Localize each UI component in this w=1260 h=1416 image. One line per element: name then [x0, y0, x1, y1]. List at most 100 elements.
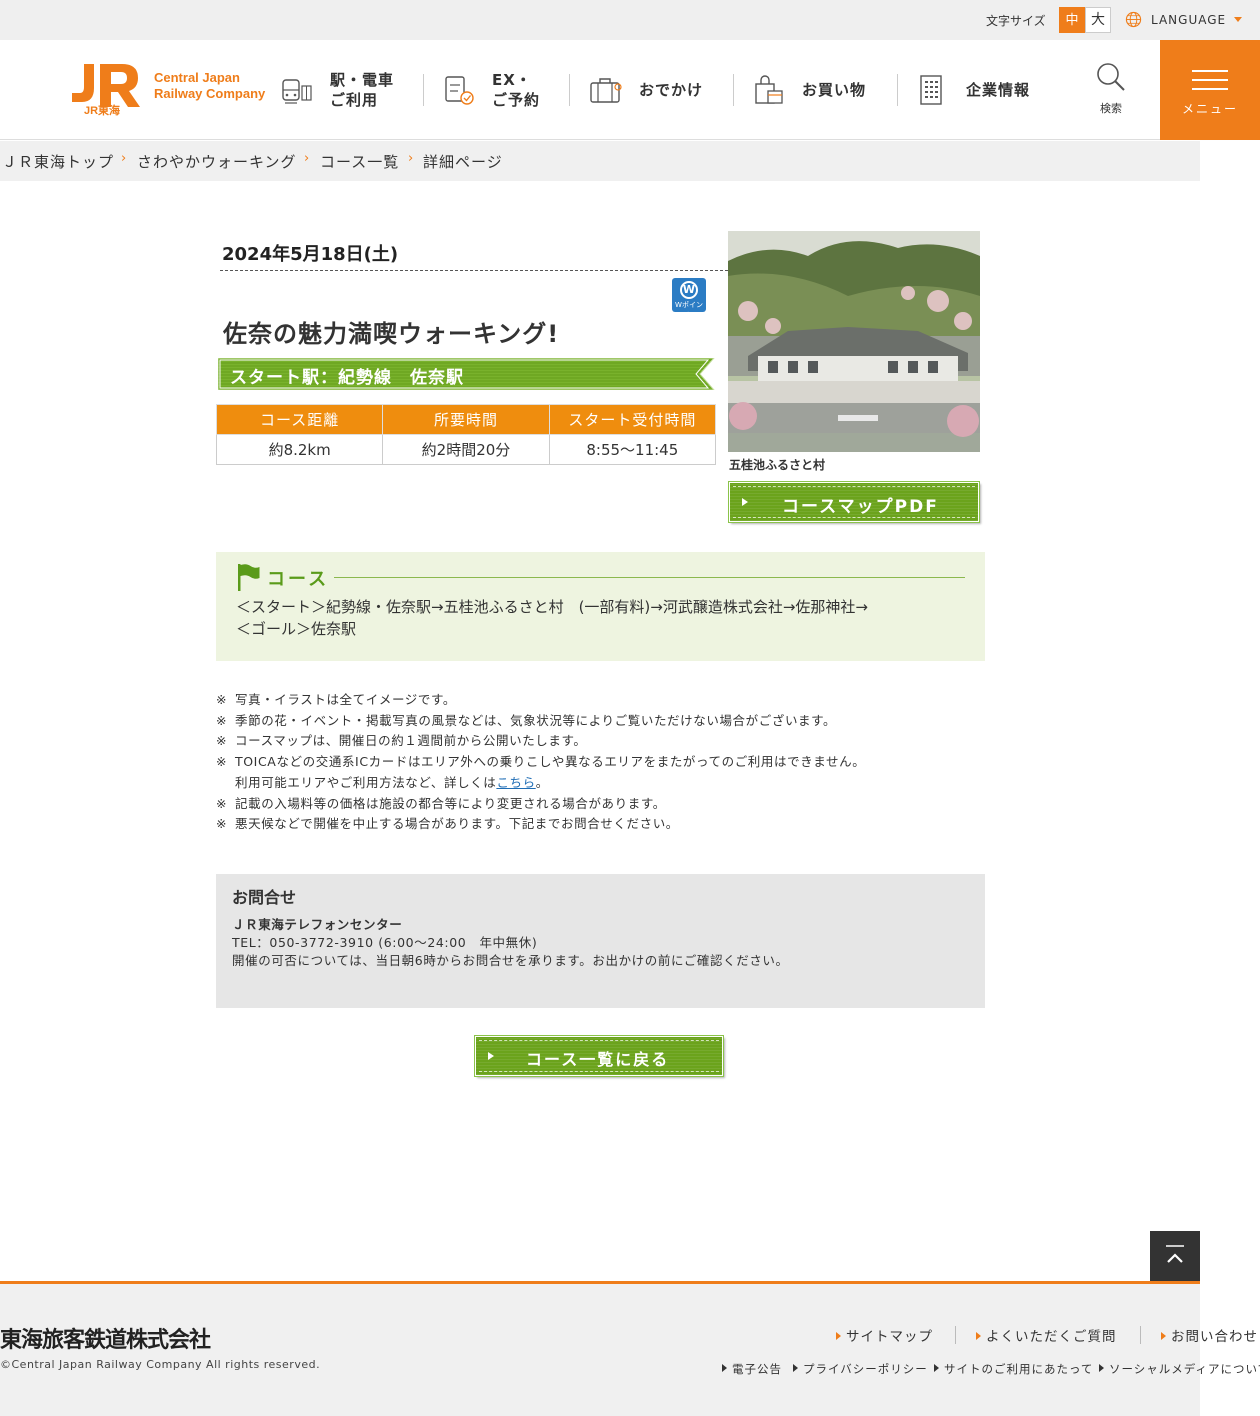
nav-label-station: 駅・電車 ご利用	[330, 71, 395, 109]
table-cell: 約2時間20分	[382, 434, 550, 465]
divider	[955, 1326, 956, 1344]
nav-divider	[423, 74, 424, 106]
search-label: 検索	[1100, 102, 1122, 115]
flag-icon	[238, 564, 260, 591]
arrow-up-icon	[1166, 1245, 1184, 1263]
photo-caption: 五桂池ふるさと村	[729, 458, 826, 472]
contact-center: ＪＲ東海テレフォンセンター	[232, 917, 403, 932]
play-triangle-icon	[742, 498, 748, 506]
course-heading: コース	[267, 569, 330, 590]
table-cell: 8:55〜11:45	[548, 434, 717, 465]
globe-icon[interactable]	[1125, 11, 1142, 28]
footer-link-contact[interactable]: お問い合わせ	[1161, 1325, 1258, 1345]
play-triangle-icon	[488, 1052, 494, 1060]
course-route: ＜スタート＞紀勢線・佐奈駅→五桂池ふるさと村 (一部有料)→河武醸造株式会社→佐…	[236, 598, 868, 638]
notes-list: ※ 写真・イラストは全てイメージです。 ※ 季節の花・イベント・掲載写真の風景などは…	[216, 690, 976, 835]
jr-logo[interactable]: JR東海	[70, 62, 142, 116]
caret-right-icon	[976, 1332, 981, 1340]
font-size-label: 文字サイズ	[986, 14, 1046, 28]
course-box: コース ＜スタート＞紀勢線・佐奈駅→五桂池ふるさと村 (一部有料)→河武醸造株式…	[216, 552, 985, 661]
w-point-badge: W Wポイント	[672, 278, 706, 319]
search-button[interactable]: 検索	[1094, 62, 1128, 116]
note-item: ※ コースマップは、開催日の約１週間前から公開いたします。	[216, 733, 587, 749]
language-selector[interactable]: LANGUAGE	[1151, 13, 1226, 27]
back-to-list-label: コース一覧に戻る	[526, 1050, 670, 1069]
table-cell: 約8.2km	[215, 434, 384, 465]
back-to-list-button[interactable]: コース一覧に戻る	[475, 1036, 723, 1076]
search-icon	[1097, 63, 1125, 91]
nav-label-shopping: お買い物	[802, 81, 867, 99]
nav-divider	[569, 74, 570, 106]
footer: 東海旅客鉄道株式会社 ©Central Japan Railway Compan…	[0, 1281, 1200, 1416]
chevron-right-icon: ›	[304, 151, 310, 166]
breadcrumb-home[interactable]: ＪＲ東海トップ	[2, 151, 114, 172]
back-to-top-button[interactable]	[1150, 1231, 1200, 1281]
contact-note: 開催の可否については、当日朝6時からお問合せを承ります。お出かけの前にご確認くだ…	[232, 953, 789, 968]
footer-link-faq[interactable]: よくいただくご質問	[976, 1325, 1117, 1345]
nav-label-corporate: 企業情報	[966, 81, 1031, 99]
menu-label: メニュー	[1181, 102, 1238, 116]
breadcrumb: ＪＲ東海トップ › さわやかウォーキング › コース一覧 › 詳細ページ	[0, 141, 1200, 181]
nav-label-outing: おでかけ	[639, 81, 704, 99]
contact-box: お問合せ ＪＲ東海テレフォンセンター TEL：050-3772-3910 (6:…	[216, 874, 985, 1008]
shopping-bag-icon	[755, 75, 783, 104]
w-point-icon: W	[680, 281, 698, 299]
global-header: JR東海 Central Japan Railway Company 駅・電車 …	[0, 40, 1260, 140]
nav-corporate[interactable]: 企業情報	[916, 40, 1030, 140]
caret-right-icon	[1161, 1332, 1166, 1340]
start-station-text: スタート駅：紀勢線 佐奈駅	[230, 368, 464, 388]
spot-photo	[728, 231, 980, 452]
note-item: ※ 季節の花・イベント・掲載写真の風景などは、気象状況等によりご覧いただけない場合…	[216, 712, 837, 728]
note-item: 利用可能エリアやご利用方法など、詳しくはこちら。	[235, 774, 549, 790]
divider	[1140, 1326, 1141, 1344]
font-size-large-button[interactable]: 大	[1085, 7, 1111, 33]
event-title: 佐奈の魅力満喫ウォーキング!	[223, 320, 560, 348]
caret-right-icon	[836, 1332, 841, 1340]
menu-button[interactable]: メニュー	[1160, 40, 1260, 140]
building-icon	[920, 75, 942, 105]
event-date: 2024年5月18日(土)	[222, 244, 399, 265]
footer-link-terms[interactable]: サイトのご利用にあたって	[934, 1361, 1093, 1377]
footer-link-social-media[interactable]: ソーシャルメディアについて	[1099, 1361, 1260, 1377]
table-header: スタート受付時間	[548, 404, 717, 435]
caret-down-icon[interactable]	[1234, 17, 1242, 22]
chevron-right-icon: ›	[408, 151, 414, 166]
footer-link-sitemap[interactable]: サイトマップ	[836, 1325, 933, 1345]
divider	[334, 577, 965, 578]
company-name: 東海旅客鉄道株式会社	[0, 1328, 211, 1353]
breadcrumb-course-list[interactable]: コース一覧	[320, 151, 399, 172]
breadcrumb-walking[interactable]: さわやかウォーキング	[137, 151, 297, 172]
train-station-icon	[282, 79, 312, 104]
course-map-pdf-label: コースマップPDF	[782, 497, 939, 517]
table-header: コース距離	[215, 404, 384, 435]
footer-link-public-notice[interactable]: 電子公告	[722, 1361, 782, 1377]
font-size-medium-button[interactable]: 中	[1059, 7, 1085, 33]
table-header: 所要時間	[382, 404, 550, 435]
note-item: ※ 写真・イラストは全てイメージです。	[216, 692, 456, 707]
chevron-right-icon: ›	[121, 151, 127, 166]
nav-ex-reservation[interactable]: EX・ ご予約	[442, 40, 540, 140]
course-map-pdf-button[interactable]: コースマップPDF	[729, 482, 979, 522]
nav-station-train[interactable]: 駅・電車 ご利用	[280, 40, 394, 140]
start-station-band: スタート駅：紀勢線 佐奈駅	[218, 358, 716, 390]
note-item: ※ 悪天候などで開催を中止する場合があります。下記までお問合せください。	[216, 816, 679, 832]
nav-shopping[interactable]: お買い物	[752, 40, 866, 140]
logo-sub-text: JR東海	[84, 103, 120, 116]
nav-divider	[733, 74, 734, 106]
contact-tel: TEL：050-3772-3910 (6:00〜24:00 年中無休)	[232, 935, 538, 950]
course-info-table: コース距離 所要時間 スタート受付時間 約8.2km 約2時間20分 8:55〜…	[215, 404, 717, 465]
footer-link-privacy[interactable]: プライバシーポリシー	[793, 1361, 928, 1377]
logo-english: Central Japan Railway Company	[154, 70, 266, 101]
nav-label-ex: EX・ ご予約	[492, 71, 541, 109]
note-item: ※ TOICAなどの交通系ICカードはエリア外への乗りこしや異なるエリアをまたがっ…	[216, 754, 866, 770]
divider	[220, 270, 728, 271]
nav-outing[interactable]: おでかけ	[589, 40, 703, 140]
here-link[interactable]: こちら	[496, 775, 535, 790]
note-item: ※ 記載の入場料等の価格は施設の都合等により変更される場合があります。	[216, 795, 666, 811]
utility-bar: 文字サイズ 中 大 LANGUAGE	[0, 0, 1260, 40]
breadcrumb-current: 詳細ページ	[423, 153, 503, 171]
nav-divider	[897, 74, 898, 106]
hamburger-icon	[1192, 70, 1228, 72]
reservation-icon	[445, 76, 474, 105]
suitcase-icon	[590, 78, 622, 103]
